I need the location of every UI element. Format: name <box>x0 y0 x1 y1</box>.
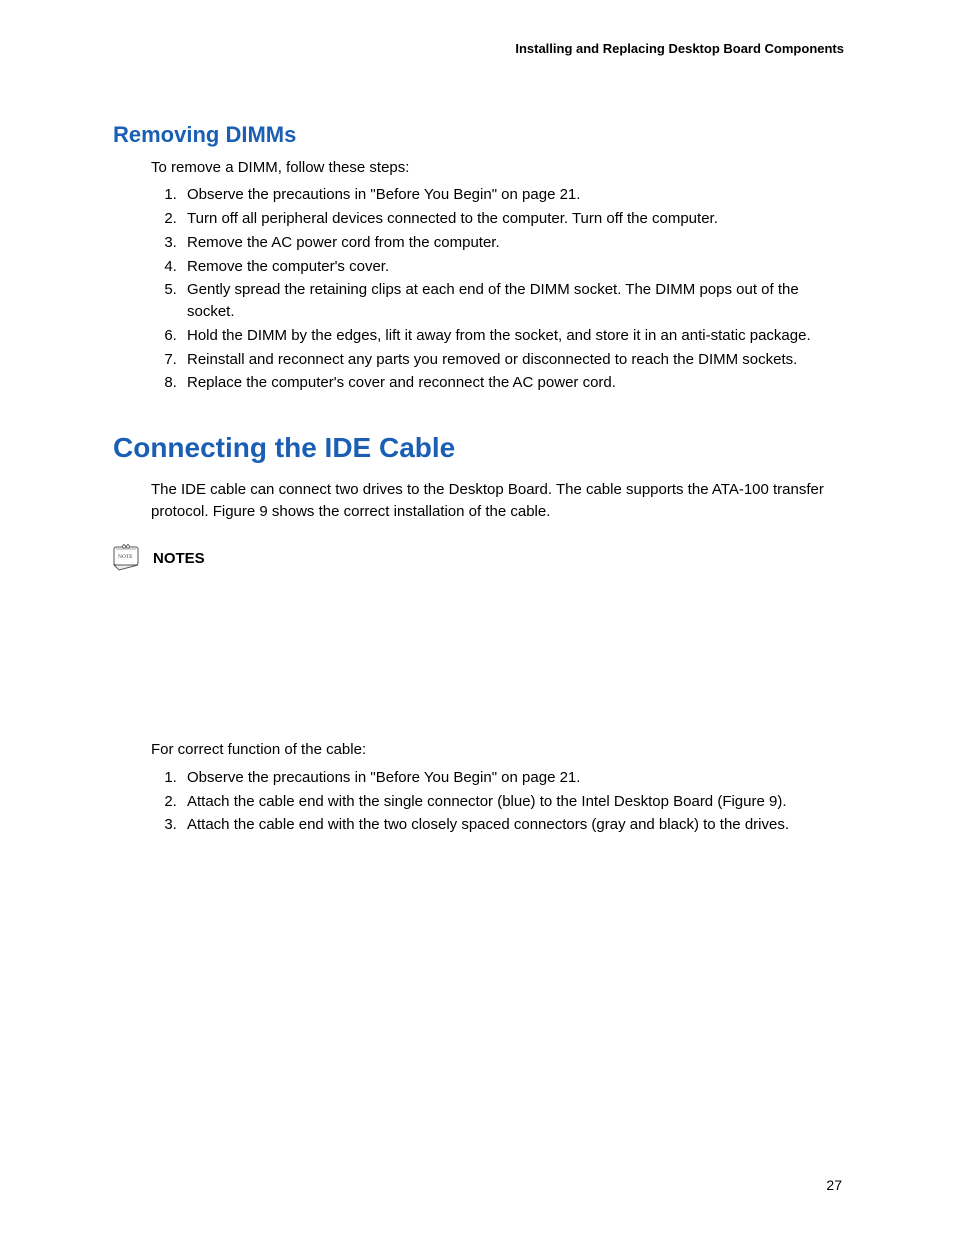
removing-dimms-intro: To remove a DIMM, follow these steps: <box>151 157 844 179</box>
page-number: 27 <box>826 1175 842 1195</box>
list-item: Attach the cable end with the single con… <box>181 791 844 813</box>
list-item: Observe the precautions in "Before You B… <box>181 184 844 206</box>
heading-connecting-ide: Connecting the IDE Cable <box>113 428 844 469</box>
list-item: Observe the precautions in "Before You B… <box>181 767 844 789</box>
cable-function-intro: For correct function of the cable: <box>151 739 844 761</box>
cable-function-steps: Observe the precautions in "Before You B… <box>151 767 844 836</box>
list-item: Reinstall and reconnect any parts you re… <box>181 349 844 371</box>
list-item: Gently spread the retaining clips at eac… <box>181 279 844 323</box>
list-item: Remove the AC power cord from the comput… <box>181 232 844 254</box>
list-item: Turn off all peripheral devices connecte… <box>181 208 844 230</box>
list-item: Hold the DIMM by the edges, lift it away… <box>181 325 844 347</box>
connecting-ide-intro: The IDE cable can connect two drives to … <box>151 479 844 523</box>
notes-label: NOTES <box>153 544 205 570</box>
heading-removing-dimms: Removing DIMMs <box>113 119 844 151</box>
list-item: Attach the cable end with the two closel… <box>181 814 844 836</box>
svg-text:NOTE: NOTE <box>118 554 133 560</box>
list-item: Replace the computer's cover and reconne… <box>181 372 844 394</box>
removing-dimms-steps: Observe the precautions in "Before You B… <box>151 184 844 394</box>
note-icon: NOTE <box>113 544 143 579</box>
running-header: Installing and Replacing Desktop Board C… <box>113 40 844 59</box>
list-item: Remove the computer's cover. <box>181 256 844 278</box>
